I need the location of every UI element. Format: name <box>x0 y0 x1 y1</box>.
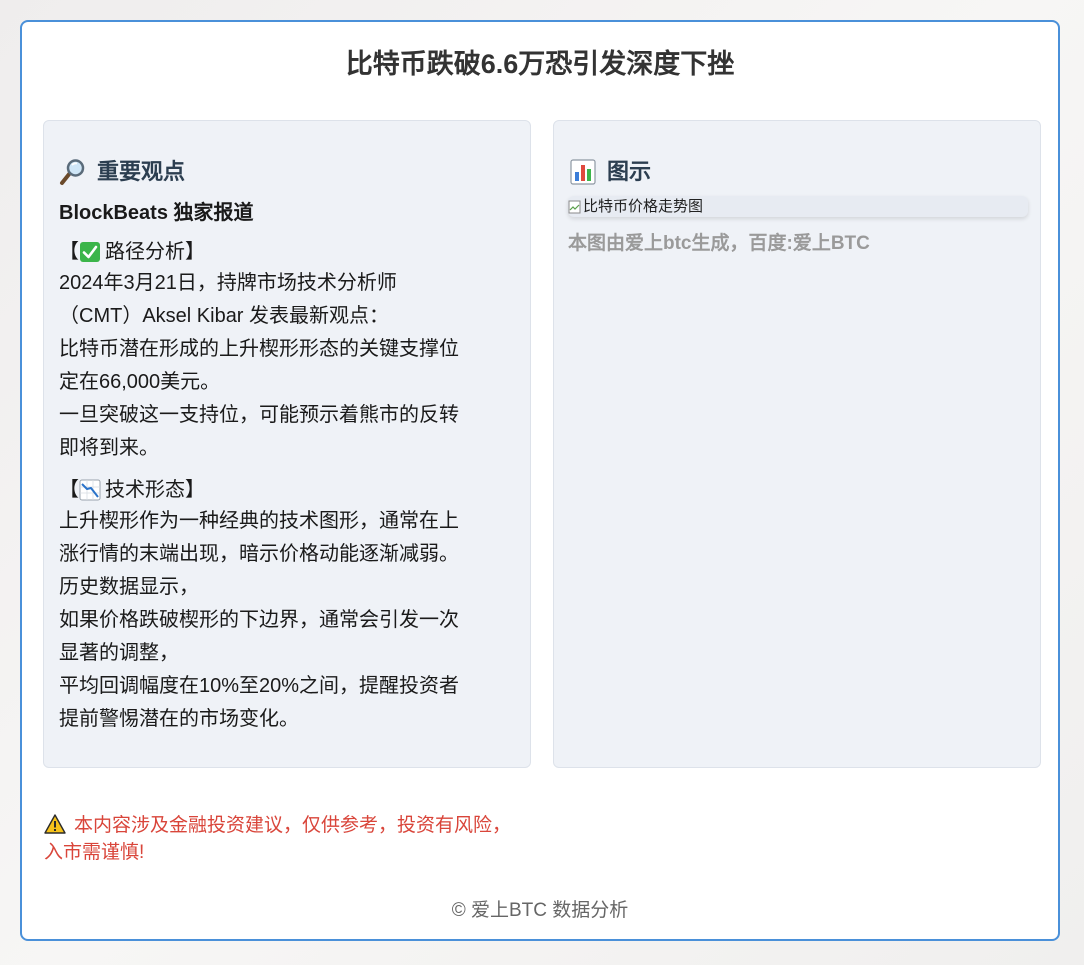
technical-pattern-line: 显著的调整， <box>59 642 179 664</box>
path-analysis-line: （CMT）Aksel Kibar 发表最新观点： <box>59 305 390 327</box>
key-points-heading: 重要观点 <box>59 157 185 187</box>
section-technical-pattern-heading: 【 技术形态】 <box>59 475 509 505</box>
btc-price-chart-image: 比特币价格走势图 <box>568 196 1028 217</box>
risk-warning-text: 本内容涉及金融投资建议，仅供参考，投资有风险，入市需谨慎! <box>44 815 512 863</box>
section-path-analysis-heading: 【 路径分析】 <box>59 237 509 267</box>
section-path-analysis-open: 【 <box>59 241 79 263</box>
key-points-heading-label: 重要观点 <box>97 159 186 184</box>
main-card: 比特币跌破6.6万恐引发深度下挫 重要观点 BlockBeats 独家报道 【 <box>20 20 1060 941</box>
magnifier-icon <box>59 158 87 186</box>
chart-decreasing-icon <box>79 479 101 501</box>
check-mark-icon <box>79 241 101 263</box>
report-subtitle: BlockBeats 独家报道 <box>59 202 254 224</box>
footer-copyright: © 爱上BTC 数据分析 <box>451 900 629 921</box>
technical-pattern-line: 上升楔形作为一种经典的技术图形，通常在上 <box>59 510 459 532</box>
section-technical-pattern-open: 【 <box>59 479 79 501</box>
path-analysis-line: 2024年3月21日，持牌市场技术分析师 <box>59 272 397 294</box>
technical-pattern-line: 如果价格跌破楔形的下边界，通常会引发一次 <box>59 609 459 631</box>
path-analysis-line: 即将到来。 <box>59 437 159 459</box>
path-analysis-line: 比特币潜在形成的上升楔形形态的关键支撑位 <box>59 338 459 360</box>
risk-warning: 本内容涉及金融投资建议，仅供参考，投资有风险，入市需谨慎! <box>44 812 514 866</box>
btc-price-chart-alt-text: 比特币价格走势图 <box>583 197 704 215</box>
illustration-heading: 图示 <box>569 157 651 187</box>
section-path-analysis-label: 路径分析】 <box>105 241 205 263</box>
key-points-panel: 重要观点 BlockBeats 独家报道 【 路径分析】 2024年3月21日，… <box>43 120 531 768</box>
path-analysis-line: 一旦突破这一支持位，可能预示着熊市的反转 <box>59 404 459 426</box>
section-technical-pattern-label: 技术形态】 <box>105 479 205 501</box>
technical-pattern-line: 涨行情的末端出现，暗示价格动能逐渐减弱。 <box>59 543 459 565</box>
page-title: 比特币跌破6.6万恐引发深度下挫 <box>345 49 735 79</box>
illustration-heading-label: 图示 <box>607 159 652 184</box>
technical-pattern-line: 提前警惕潜在的市场变化。 <box>59 708 299 730</box>
key-points-body: BlockBeats 独家报道 【 路径分析】 2024年3月21日，持牌市场技… <box>59 198 509 736</box>
image-caption: 本图由爱上btc生成，百度:爱上BTC <box>568 233 870 254</box>
warning-icon <box>44 814 66 834</box>
path-analysis-line: 定在66,000美元。 <box>59 371 221 393</box>
bar-chart-icon <box>569 158 597 186</box>
technical-pattern-line: 历史数据显示， <box>59 576 199 598</box>
broken-image-icon <box>568 200 582 214</box>
illustration-panel: 图示 比特币价格走势图 本图由爱上btc生成，百度:爱上BTC <box>553 120 1041 768</box>
technical-pattern-line: 平均回调幅度在10%至20%之间，提醒投资者 <box>59 675 460 697</box>
